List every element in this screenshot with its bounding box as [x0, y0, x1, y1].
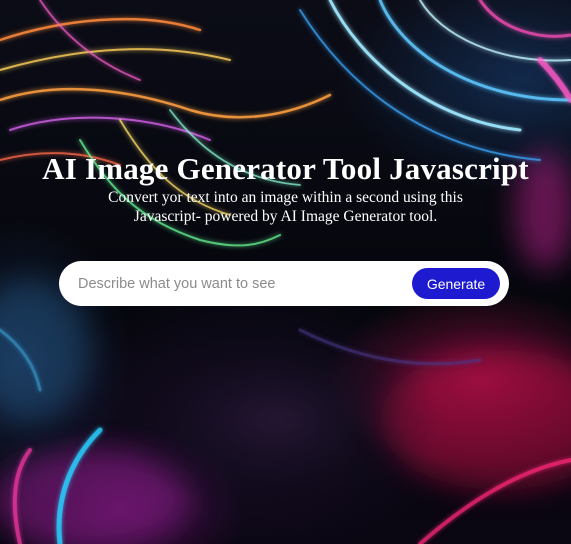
generate-form: Generate [59, 261, 509, 306]
page-subtitle: Convert yor text into an image within a … [108, 189, 463, 225]
page-title: AI Image Generator Tool Javascript [42, 151, 529, 186]
hero-content: AI Image Generator Tool Javascript Conve… [0, 150, 571, 226]
prompt-input[interactable] [78, 275, 412, 292]
generate-button[interactable]: Generate [412, 268, 500, 299]
